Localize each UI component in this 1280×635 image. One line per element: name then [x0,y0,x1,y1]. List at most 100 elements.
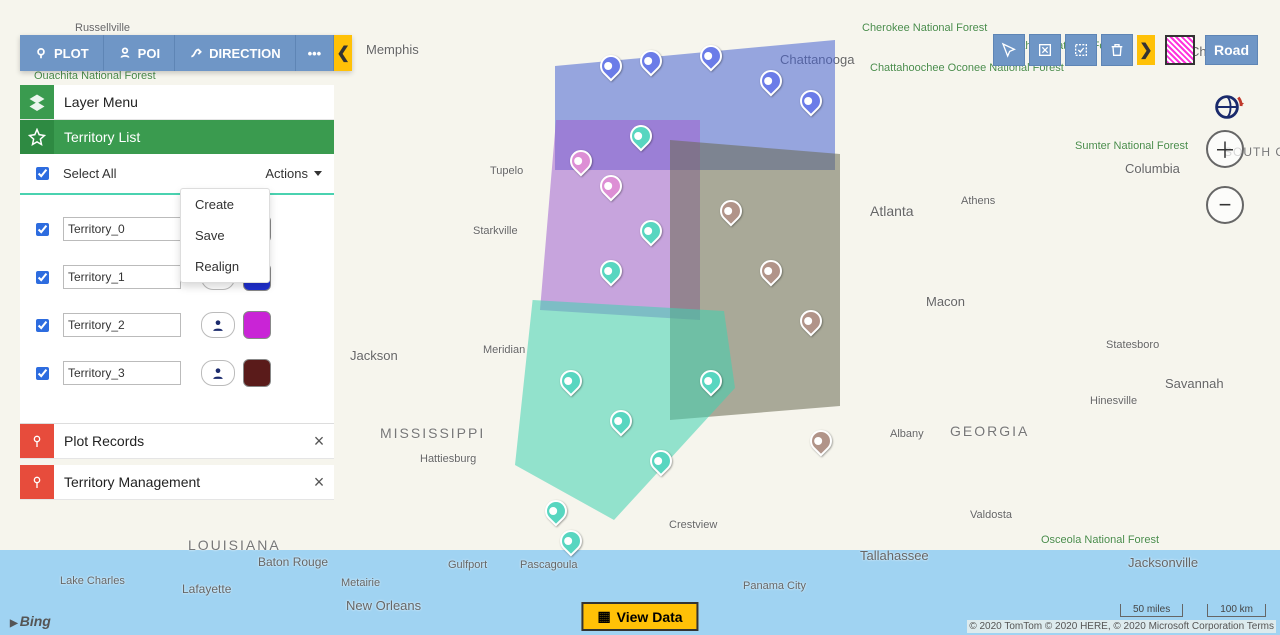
label-russellville: Russellville [75,22,130,34]
select-all-label: Select All [63,166,116,181]
direction-button[interactable]: DIRECTION [175,35,296,71]
collapse-toolbar-button[interactable]: ❮ [334,35,352,71]
right-toolbar: ❯ Road [989,35,1258,65]
label-neworleans: New Orleans [346,598,421,613]
route-icon [189,46,203,60]
territory-row [32,359,322,387]
expand-right-toolbar[interactable]: ❯ [1137,35,1155,65]
plot-records-header[interactable]: Plot Records × [20,424,334,459]
plot-records-title: Plot Records [54,433,304,449]
territory-checkbox[interactable] [36,223,49,236]
close-icon[interactable]: × [304,431,334,452]
label-louisiana: LOUISIANA [188,537,281,553]
label-macon: Macon [926,294,965,309]
check-select-button[interactable] [1065,34,1097,66]
layer-toggle-button[interactable] [1165,35,1195,65]
map-scale: 50 miles 100 km [1120,604,1266,617]
territory-mgmt-header[interactable]: Territory Management × [20,465,334,500]
label-crestview: Crestview [669,519,717,531]
territory-color-swatch[interactable] [243,311,271,339]
trash-icon [1109,42,1125,58]
zoom-out-button[interactable]: − [1206,186,1244,224]
view-data-button[interactable]: ▦ View Data [581,602,698,631]
territory-checkbox[interactable] [36,319,49,332]
action-item-save[interactable]: Save [181,220,269,251]
map-attribution: © 2020 TomTom © 2020 HERE, © 2020 Micros… [967,620,1276,633]
territory-row [32,263,322,291]
select-tool-icon [1001,42,1017,58]
territory-name-input[interactable] [63,313,181,337]
label-jacksonville: Jacksonville [1128,555,1198,570]
territory-list-header[interactable]: Territory List [20,120,334,154]
label-meridian: Meridian [483,344,525,356]
label-tupelo: Tupelo [490,165,523,177]
label-sumter: Sumter National Forest [1075,140,1145,152]
label-columbia: Columbia [1125,161,1180,176]
select-all-row: Select All Actions Create Save Realign [20,154,334,195]
grid-icon: ▦ [597,608,610,625]
territory-name-input[interactable] [63,361,181,385]
label-georgia: GEORGIA [950,423,1029,439]
zoom-in-button[interactable]: ＋ [1206,130,1244,168]
territory-name-input[interactable] [63,265,181,289]
bing-logo: Bing [10,613,51,629]
territory-mgmt-title: Territory Management [54,474,304,490]
actions-dropdown[interactable]: Actions [265,166,322,181]
label-statesboro: Statesboro [1106,339,1159,351]
label-athens: Athens [961,195,995,207]
label-tallahassee: Tallahassee [860,548,929,563]
territory-row [32,215,322,243]
globe-refresh-icon [1210,90,1244,124]
label-lakecharles: Lake Charles [60,575,125,587]
plot-button[interactable]: PLOT [20,35,104,71]
label-gulfport: Gulfport [448,559,487,571]
reset-globe-button[interactable] [1210,90,1244,124]
territory-checkbox[interactable] [36,367,49,380]
layer-menu-title: Layer Menu [54,94,334,110]
poi-button[interactable]: POI [104,35,175,71]
delete-button[interactable] [1101,34,1133,66]
side-panel: Layer Menu Territory List Select All Act… [20,85,334,500]
layers-icon [20,85,54,119]
territory-checkbox[interactable] [36,271,49,284]
label-chattoconee: Chattahoochee Oconee National Forest [870,62,970,74]
assign-person-button[interactable] [201,360,235,386]
map-style-button[interactable]: Road [1205,35,1258,65]
label-mississippi: MISSISSIPPI [380,425,485,441]
pin-location-icon [20,424,54,458]
select-all-checkbox[interactable] [36,167,49,180]
close-icon[interactable]: × [304,472,334,493]
person-icon [211,366,225,380]
territory-color-swatch[interactable] [243,359,271,387]
assign-person-button[interactable] [201,312,235,338]
label-atlanta: Atlanta [870,203,914,219]
check-select-icon [1073,42,1089,58]
label-cherokee: Cherokee National Forest [862,22,932,34]
person-icon [211,318,225,332]
pin-icon [34,46,48,60]
label-metairie: Metairie [341,577,380,589]
label-panamacity: Panama City [743,580,806,592]
label-savannah: Savannah [1165,376,1224,391]
zoom-controls: ＋ − [1206,130,1244,242]
pointer-select-button[interactable] [993,34,1025,66]
more-button[interactable]: ••• [296,35,335,71]
label-hattiesburg: Hattiesburg [420,453,476,465]
label-osceola: Osceola National Forest [1041,534,1111,546]
action-item-create[interactable]: Create [181,189,269,220]
box-select-button[interactable] [1029,34,1061,66]
territory-row [32,311,322,339]
label-batonrouge: Baton Rouge [258,555,328,569]
action-item-realign[interactable]: Realign [181,251,269,282]
label-hinesville: Hinesville [1090,395,1137,407]
label-ouachita: Ouachita National Forest [34,70,104,82]
layer-menu-header[interactable]: Layer Menu [20,85,334,120]
territory-name-input[interactable] [63,217,181,241]
label-pascagoula: Pascagoula [520,559,578,571]
actions-menu: Create Save Realign [180,188,270,283]
box-select-icon [1037,42,1053,58]
label-memphis: Memphis [366,42,419,57]
star-icon [20,120,54,154]
label-starkville: Starkville [473,225,518,237]
territory-list-title: Territory List [54,129,334,145]
